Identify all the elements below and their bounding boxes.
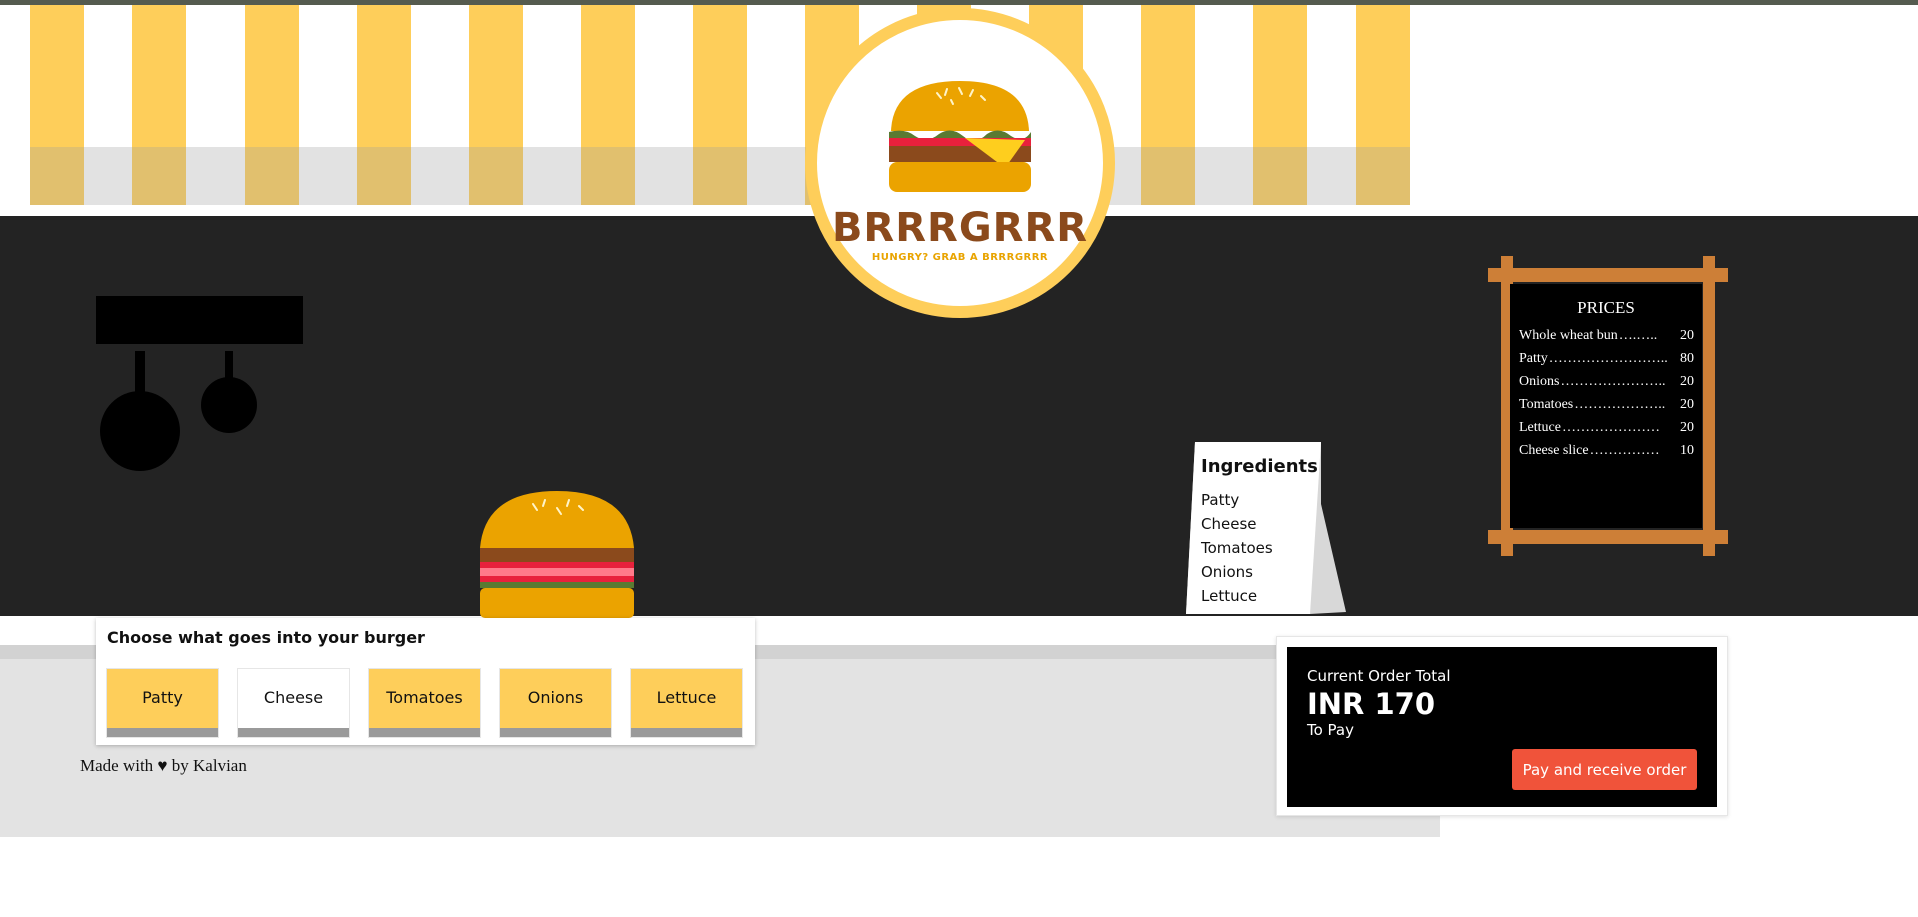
- option-underline: [369, 728, 480, 737]
- price-item-value: 20: [1680, 396, 1694, 412]
- price-list: Whole wheat bun….….. 20 Patty…………………….. 80…: [1510, 324, 1702, 462]
- price-row: Tomatoes……………….. 20: [1519, 393, 1694, 416]
- option-patty-button[interactable]: Patty: [106, 668, 219, 738]
- price-leader: …………………: [1561, 419, 1660, 435]
- option-label: Tomatoes: [386, 688, 463, 707]
- logo-burger-icon: [889, 81, 1031, 192]
- burger-preview-icon: [480, 491, 634, 618]
- prices-board: PRICES Whole wheat bun….….. 20 Patty………………: [1488, 256, 1728, 556]
- hanging-pans-icon: [100, 351, 257, 471]
- ingredients-list: Patty Cheese Tomatoes Onions Lettuce: [1201, 488, 1273, 608]
- order-total-panel: Current Order Total INR 170 To Pay Pay a…: [1287, 647, 1717, 807]
- ingredient-item: Patty: [1201, 491, 1240, 509]
- option-underline: [238, 728, 349, 737]
- price-item-name: Cheese slice: [1519, 442, 1589, 458]
- footer-credit: Made with ♥ by Kalvian: [80, 756, 247, 775]
- price-leader: ….…..: [1618, 327, 1658, 343]
- price-item-name: Tomatoes: [1519, 396, 1574, 412]
- price-row: Cheese slice…………… 10: [1519, 439, 1694, 462]
- awning-shadow: [30, 147, 1410, 205]
- option-lettuce-button[interactable]: Lettuce: [630, 668, 743, 738]
- price-leader: …………………..: [1560, 373, 1666, 389]
- option-label: Cheese: [263, 688, 324, 707]
- ingredients-card: Ingredients Patty Cheese Tomatoes Onions…: [1186, 442, 1346, 614]
- price-item-value: 20: [1680, 419, 1694, 435]
- price-row: Whole wheat bun….….. 20: [1519, 324, 1694, 347]
- ingredient-item: Cheese: [1201, 515, 1257, 533]
- price-item-name: Lettuce: [1519, 419, 1561, 435]
- option-underline: [500, 728, 611, 737]
- option-label: Onions: [527, 688, 584, 707]
- option-tomatoes-button[interactable]: Tomatoes: [368, 668, 481, 738]
- prices-title: PRICES: [1577, 298, 1635, 317]
- price-leader: ………………..: [1574, 396, 1666, 412]
- ingredient-item: Tomatoes: [1201, 539, 1273, 557]
- price-row: Onions………………….. 20: [1519, 370, 1694, 393]
- burger-shop-page: BRRRGRRR HUNGRY? GRAB A BRRRGRRR Ingredi…: [0, 0, 1918, 917]
- awning: [0, 5, 1440, 215]
- order-to-pay-label: To Pay: [1307, 721, 1354, 739]
- order-total-card: Current Order Total INR 170 To Pay Pay a…: [1276, 636, 1728, 816]
- option-underline: [107, 728, 218, 737]
- ingredient-item: Onions: [1201, 563, 1253, 581]
- price-board: PRICES Whole wheat bun….….. 20 Patty………………: [1510, 284, 1702, 528]
- brand-logo: BRRRGRRR HUNGRY? GRAB A BRRRGRRR: [805, 8, 1115, 318]
- price-leader: ……………………..: [1548, 350, 1668, 366]
- option-underline: [631, 728, 742, 737]
- option-label: Patty: [142, 688, 183, 707]
- ingredients-title: Ingredients: [1201, 456, 1318, 477]
- price-item-name: Patty: [1519, 350, 1548, 366]
- utensil-rack: [96, 296, 303, 344]
- order-total-label: Current Order Total: [1307, 667, 1451, 685]
- pay-button[interactable]: Pay and receive order: [1512, 749, 1697, 790]
- price-item-name: Whole wheat bun: [1519, 327, 1618, 343]
- order-total-amount: INR 170: [1307, 687, 1436, 721]
- price-row: Lettuce………………… 20: [1519, 416, 1694, 439]
- price-item-value: 80: [1680, 350, 1694, 366]
- option-onions-button[interactable]: Onions: [499, 668, 612, 738]
- option-cheese-button[interactable]: Cheese: [237, 668, 350, 738]
- price-leader: ……………: [1589, 442, 1660, 458]
- price-item-value: 20: [1680, 327, 1694, 343]
- price-item-name: Onions: [1519, 373, 1560, 389]
- ingredient-item: Lettuce: [1201, 587, 1258, 605]
- option-label: Lettuce: [656, 688, 717, 707]
- price-item-value: 10: [1680, 442, 1694, 458]
- price-row: Patty…………………….. 80: [1519, 347, 1694, 370]
- ingredient-chooser: Choose what goes into your burger Patty …: [96, 618, 755, 745]
- brand-name: BRRRGRRR: [831, 205, 1089, 251]
- brand-tagline: HUNGRY? GRAB A BRRRGRRR: [871, 252, 1049, 263]
- chooser-title: Choose what goes into your burger: [107, 628, 425, 647]
- price-item-value: 20: [1680, 373, 1694, 389]
